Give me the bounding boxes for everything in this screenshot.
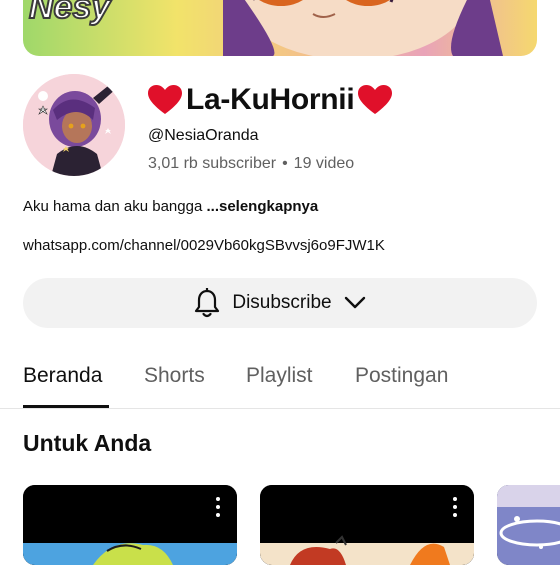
subscriber-count: 3,01 rb subscriber (148, 155, 277, 172)
channel-avatar[interactable] (23, 74, 125, 176)
video-thumbnail (260, 485, 474, 565)
tab-shorts[interactable]: Shorts (144, 364, 205, 388)
video-thumbnail (23, 485, 237, 565)
tab-beranda[interactable]: Beranda (23, 364, 102, 388)
video-card[interactable] (260, 485, 474, 565)
channel-tabs: Beranda Shorts Playlist Postingan (0, 356, 560, 409)
stats-separator: • (282, 155, 288, 172)
banner-text: Nesy (28, 0, 111, 27)
channel-banner: Nesy (23, 0, 537, 56)
channel-name-text: La-KuHornii (186, 83, 355, 116)
tab-playlist[interactable]: Playlist (246, 364, 313, 388)
tab-postingan[interactable]: Postingan (355, 364, 448, 388)
video-count: 19 video (293, 155, 355, 172)
channel-description[interactable]: Aku hama dan aku bangga ...selengkapnya (23, 198, 318, 215)
active-tab-indicator (23, 405, 109, 408)
heart-icon (358, 85, 393, 114)
more-link[interactable]: ...selengkapnya (206, 198, 318, 215)
channel-name: La-KuHornii (148, 82, 393, 118)
section-title: Untuk Anda (23, 430, 152, 456)
video-card[interactable] (497, 485, 560, 565)
video-card[interactable] (23, 485, 237, 565)
bell-icon (195, 288, 220, 318)
description-text: Aku hama dan aku bangga (23, 198, 203, 215)
chevron-down-icon (344, 296, 365, 309)
subscribed-label: Disubscribe (232, 292, 332, 313)
more-options-icon[interactable] (452, 497, 458, 517)
channel-stats: 3,01 rb subscriber • 19 video (148, 155, 354, 173)
subscribed-button[interactable]: Disubscribe (23, 278, 537, 328)
channel-handle: @NesiaOranda (148, 127, 259, 144)
channel-link[interactable]: whatsapp.com/channel/0029Vb60kgSBvvsj6o9… (23, 237, 385, 254)
more-options-icon[interactable] (215, 497, 221, 517)
video-thumbnail (497, 485, 560, 565)
heart-icon (148, 85, 182, 114)
